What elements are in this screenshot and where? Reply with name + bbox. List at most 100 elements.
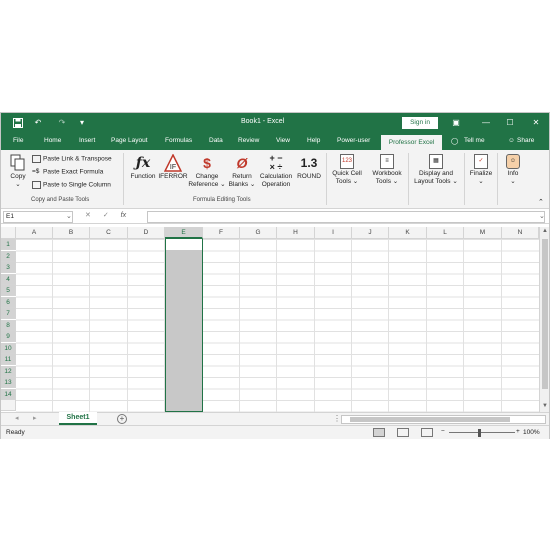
tab-split-handle[interactable]: ⋮ (333, 414, 341, 423)
finalize-button[interactable]: ✓ Finalize ⌄ (467, 154, 495, 186)
prev-sheet-icon[interactable]: ◂ (15, 414, 19, 422)
info-button[interactable]: ☺ Info ⌄ (500, 154, 526, 186)
display-layout-tools-button[interactable]: ▦ Display and Layout Tools ⌄ (411, 154, 461, 186)
column-header[interactable]: A (16, 227, 53, 239)
copy-button[interactable]: Copy ⌄ (7, 154, 29, 189)
tab-formulas[interactable]: Formulas (165, 137, 192, 144)
row-header[interactable]: 4 (1, 273, 16, 285)
maximize-button[interactable]: ☐ (503, 116, 517, 130)
row-header[interactable]: 2 (1, 250, 16, 262)
row-header[interactable]: 5 (1, 285, 16, 296)
tab-professor-excel[interactable]: Professor Excel (381, 135, 442, 150)
column-header[interactable]: B (53, 227, 90, 239)
scroll-down-icon[interactable]: ▼ (542, 403, 548, 409)
collapse-ribbon-icon[interactable]: ⌃ (538, 198, 544, 206)
save-icon[interactable] (11, 116, 25, 130)
function-button[interactable]: ƒx Function (128, 154, 158, 181)
zoom-in-icon[interactable]: + (516, 428, 520, 435)
row-header[interactable]: 8 (1, 319, 16, 331)
column-header[interactable]: F (203, 227, 240, 239)
customize-toolbar-icon[interactable]: ▾ (75, 116, 89, 130)
zoom-out-icon[interactable]: − (441, 428, 445, 435)
column-header[interactable]: M (464, 227, 502, 239)
formula-input[interactable] (147, 211, 545, 223)
calculation-operation-button[interactable]: + − × ÷ Calculation Operation (257, 154, 295, 189)
normal-view-icon[interactable] (373, 428, 385, 437)
column-header[interactable]: K (389, 227, 427, 239)
workbook-tools-button[interactable]: ≡ Workbook Tools ⌄ (369, 154, 405, 186)
row-header[interactable]: 14 (1, 388, 16, 400)
paste-link-transpose-button[interactable]: Paste Link & Transpose (32, 155, 112, 163)
column-header[interactable]: L (427, 227, 464, 239)
row-header[interactable]: 7 (1, 308, 16, 319)
tab-help[interactable]: Help (307, 137, 320, 144)
close-button[interactable]: ✕ (529, 116, 543, 130)
paste-exact-formula-button[interactable]: =$ Paste Exact Formula (32, 168, 103, 176)
insert-function-icon[interactable]: fx (121, 212, 126, 219)
undo-icon[interactable]: ↶ (31, 116, 45, 130)
scroll-thumb[interactable] (350, 417, 510, 422)
row-header[interactable]: 6 (1, 296, 16, 308)
row-header[interactable]: 12 (1, 365, 16, 377)
share-icon[interactable]: ☺ (508, 137, 515, 144)
column-header[interactable]: D (128, 227, 165, 239)
tab-power-user[interactable]: Power-user (337, 137, 370, 144)
row-header[interactable]: 1 (1, 239, 16, 250)
next-sheet-icon[interactable]: ▸ (33, 414, 37, 422)
page-layout-view-icon[interactable] (397, 428, 409, 437)
tab-page-layout[interactable]: Page Layout (111, 137, 148, 144)
scroll-up-icon[interactable]: ▲ (542, 228, 548, 234)
chevron-down-icon[interactable]: ⌄ (66, 212, 72, 220)
vertical-scrollbar[interactable]: ▲ ▼ (539, 227, 549, 412)
select-all-corner[interactable] (1, 227, 16, 239)
row-header[interactable]: 3 (1, 262, 16, 273)
cancel-entry-icon[interactable]: ✕ (85, 212, 91, 219)
expand-formula-icon[interactable]: ⌄ (539, 212, 545, 220)
column-header[interactable]: N (502, 227, 539, 239)
name-box[interactable]: E1 (3, 211, 73, 223)
row-header-partial[interactable] (1, 400, 16, 411)
row-header[interactable]: 9 (1, 331, 16, 342)
tab-review[interactable]: Review (238, 137, 259, 144)
row-header[interactable]: 13 (1, 377, 16, 388)
minimize-button[interactable]: — (479, 116, 493, 130)
selected-column-range[interactable] (165, 239, 203, 412)
active-cell[interactable] (166, 239, 202, 250)
sign-in-button[interactable]: Sign in (402, 117, 438, 129)
zoom-slider[interactable] (449, 432, 515, 433)
confirm-entry-icon[interactable]: ✓ (103, 212, 109, 219)
horizontal-scrollbar[interactable] (341, 415, 546, 424)
paste-single-column-button[interactable]: Paste to Single Column (32, 181, 111, 189)
column-header[interactable]: C (90, 227, 128, 239)
round-button[interactable]: 1.3 ROUND (295, 154, 323, 181)
row-header[interactable]: 11 (1, 354, 16, 365)
tab-file[interactable]: File (13, 137, 23, 144)
redo-icon[interactable]: ↷ (55, 116, 69, 130)
column-header[interactable]: I (315, 227, 352, 239)
column-header[interactable]: H (277, 227, 315, 239)
column-header[interactable]: G (240, 227, 277, 239)
tab-insert[interactable]: Insert (79, 137, 95, 144)
tell-me-search[interactable]: Tell me (464, 137, 485, 144)
column-header-selected[interactable]: E (165, 227, 203, 239)
column-header[interactable]: J (352, 227, 389, 239)
lightbulb-icon[interactable]: ◯ (451, 137, 458, 145)
tab-view[interactable]: View (276, 137, 290, 144)
iferror-button[interactable]: IF IFERROR (158, 153, 188, 181)
scroll-thumb[interactable] (542, 239, 548, 389)
zoom-level[interactable]: 100% (523, 429, 540, 436)
return-blanks-button[interactable]: Ø Return Blanks ⌄ (227, 154, 257, 189)
row-header[interactable]: 10 (1, 342, 16, 354)
share-button[interactable]: Share (517, 137, 534, 144)
change-reference-button[interactable]: $ Change Reference ⌄ (187, 154, 227, 189)
cell-area[interactable] (16, 239, 539, 412)
zoom-slider-thumb[interactable] (478, 429, 481, 437)
title-bar: ↶ ↷ ▾ Book1 - Excel Sign in ▣ — ☐ ✕ (1, 113, 549, 133)
ribbon-display-options-icon[interactable]: ▣ (449, 116, 463, 130)
sheet-tab-sheet1[interactable]: Sheet1 (59, 412, 97, 425)
add-sheet-icon[interactable]: + (117, 414, 127, 424)
page-break-preview-icon[interactable] (421, 428, 433, 437)
quick-cell-tools-button[interactable]: 123 Quick Cell Tools ⌄ (329, 154, 365, 186)
tab-data[interactable]: Data (209, 137, 223, 144)
tab-home[interactable]: Home (44, 137, 61, 144)
